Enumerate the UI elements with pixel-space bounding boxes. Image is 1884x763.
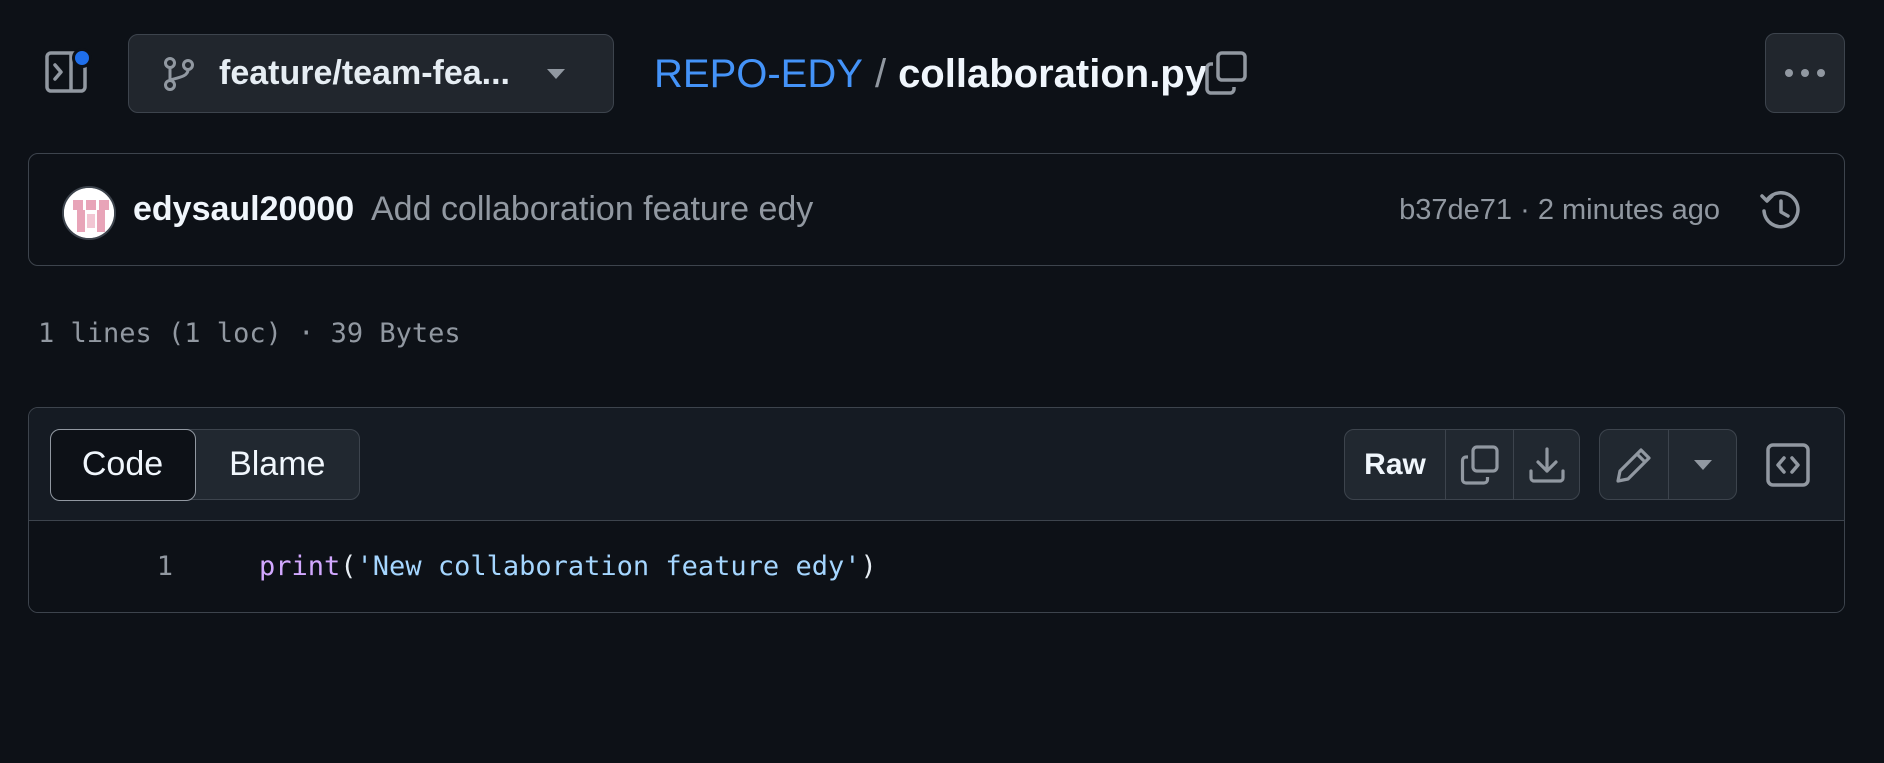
file-actions-group: Raw [1344, 429, 1580, 500]
avatar[interactable] [62, 186, 116, 240]
line-number[interactable]: 1 [133, 551, 173, 582]
code-token-close-paren: ) [860, 551, 877, 582]
breadcrumb-separator: / [874, 51, 887, 96]
commit-author-link[interactable]: edysaul20000 [133, 190, 354, 229]
symbols-panel-button[interactable] [1765, 442, 1811, 488]
history-icon [1760, 190, 1800, 229]
commit-meta-separator: · [1520, 194, 1530, 226]
tab-code[interactable]: Code [49, 428, 196, 501]
kebab-horizontal-icon [1785, 69, 1825, 77]
branch-selector-button[interactable]: feature/team-fea... [128, 34, 614, 113]
copy-raw-button[interactable] [1445, 430, 1513, 499]
code-panel: Code Blame Raw 1 print('New collaboratio… [28, 407, 1845, 613]
sidebar-toggle-button[interactable] [44, 48, 92, 98]
identicon [64, 188, 114, 238]
breadcrumb-repo-link[interactable]: REPO-EDY [654, 52, 863, 97]
code-body: 1 print('New collaboration feature edy') [29, 521, 1844, 612]
view-mode-toggle: Code Blame [49, 428, 360, 501]
breadcrumb-file-name: collaboration.py [898, 51, 1207, 96]
code-token-open-paren: ( [340, 551, 357, 582]
branch-name: feature/team-fea... [219, 54, 510, 92]
breadcrumb: REPO-EDY / collaboration.py [654, 44, 1207, 104]
file-header: feature/team-fea... REPO-EDY / collabora… [0, 0, 1884, 150]
code-square-icon [1766, 443, 1810, 487]
file-info: 1 lines (1 loc) · 39 Bytes [38, 318, 461, 349]
raw-button[interactable]: Raw [1345, 430, 1445, 499]
copy-icon [1460, 444, 1499, 485]
code-line: print('New collaboration feature edy') [259, 551, 877, 582]
copy-path-button[interactable] [1204, 50, 1248, 96]
code-token-function: print [259, 551, 341, 582]
pencil-icon [1616, 447, 1651, 483]
edit-actions-group [1599, 429, 1737, 500]
history-button[interactable] [1758, 188, 1804, 234]
triangle-down-icon [1693, 459, 1712, 470]
notification-dot [72, 48, 92, 68]
code-toolbar: Code Blame Raw [29, 408, 1844, 521]
git-branch-icon [161, 56, 197, 92]
commit-time: 2 minutes ago [1537, 194, 1720, 226]
commit-meta: b37de71 · 2 minutes ago [1399, 194, 1720, 227]
chevron-down-icon [547, 68, 565, 79]
commit-sha-link[interactable]: b37de71 [1399, 194, 1512, 226]
more-edit-options-button[interactable] [1668, 430, 1736, 499]
latest-commit-box: edysaul20000 Add collaboration feature e… [28, 153, 1845, 266]
copy-icon [1205, 51, 1247, 95]
download-button[interactable] [1513, 430, 1579, 499]
commit-message-link[interactable]: Add collaboration feature edy [371, 190, 813, 229]
code-token-string: 'New collaboration feature edy' [356, 551, 861, 582]
tab-blame[interactable]: Blame [196, 430, 360, 499]
download-icon [1528, 446, 1565, 483]
more-options-button[interactable] [1765, 33, 1845, 113]
edit-file-button[interactable] [1600, 430, 1668, 499]
